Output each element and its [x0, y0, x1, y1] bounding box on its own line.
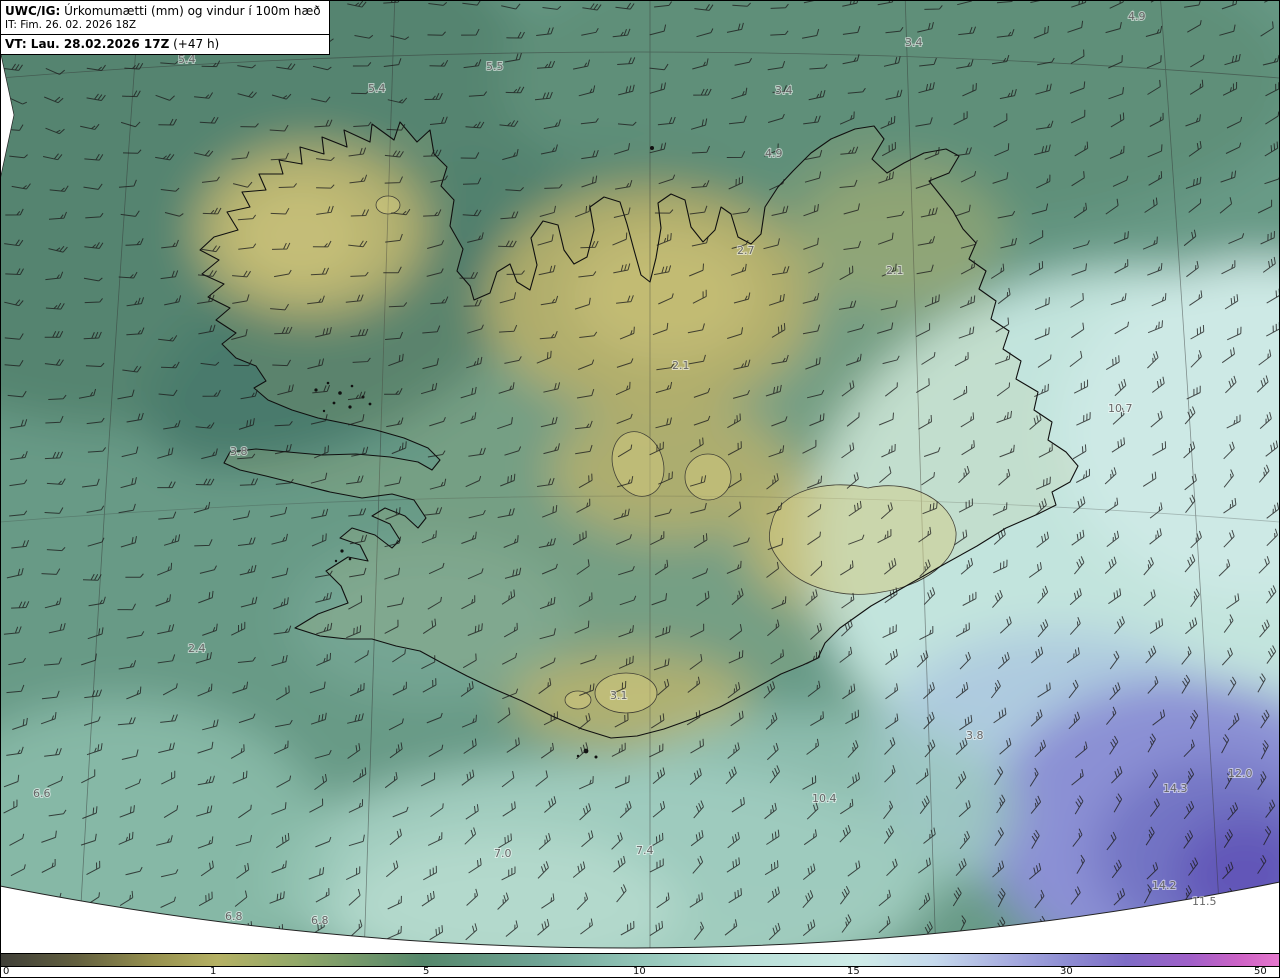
title-box: UWC/IG: Úrkomumætti (mm) og vindur í 100… — [0, 0, 330, 55]
colorbar-ticks: 0 1 5 10 15 30 50 — [0, 966, 1280, 978]
precip-value-label: 14.2 — [1152, 879, 1177, 892]
colorbar-tick-label: 10 — [633, 966, 646, 977]
colorbar: 0 1 5 10 15 30 50 — [0, 953, 1280, 978]
precip-value-label: 3.8 — [966, 729, 984, 742]
weather-map: 4.93.45.45.55.4 3.44.92.72.12.13.810.72.4… — [0, 0, 1280, 953]
model-label: UWC/IG: — [5, 4, 61, 18]
precip-value-label: 2.1 — [886, 264, 904, 277]
precip-value-label: 2.1 — [672, 359, 690, 372]
map-title: UWC/IG: Úrkomumætti (mm) og vindur í 100… — [1, 1, 329, 18]
init-time: IT: Fim. 26. 02. 2026 18Z — [5, 19, 137, 31]
precip-value-label: 6.8 — [311, 914, 329, 927]
valid-time: VT: Lau. 28.02.2026 17Z (+47 h) — [1, 34, 329, 54]
colorbar-tick-label: 5 — [423, 966, 430, 977]
precip-value-label: 2.7 — [737, 244, 755, 257]
colorbar-tick-label: 30 — [1060, 966, 1073, 977]
colorbar-tick-label: 0 — [3, 966, 10, 977]
precip-value-label: 3.4 — [905, 36, 923, 49]
precip-value-label: 10.4 — [812, 792, 837, 805]
precip-value-label: 2.4 — [188, 642, 206, 655]
map-title-text: Úrkomumætti (mm) og vindur í 100m hæð — [60, 4, 321, 18]
valid-time-offset: (+47 h) — [169, 37, 220, 51]
precip-value-label: 14.3 — [1163, 782, 1188, 795]
precip-value-label: 11.5 — [1192, 895, 1217, 908]
precip-value-label: 3.8 — [230, 445, 248, 458]
colorbar-tick-label: 50 — [1254, 966, 1267, 977]
colorbar-tick-label: 1 — [210, 966, 217, 977]
precip-value-label: 5.4 — [368, 82, 386, 95]
precip-value-label: 4.9 — [1128, 10, 1146, 23]
colorbar-gradient — [0, 953, 1280, 967]
precip-value-label: 3.1 — [610, 689, 628, 702]
precip-value-label: 4.9 — [765, 147, 783, 160]
valid-time-main: VT: Lau. 28.02.2026 17Z — [5, 37, 170, 51]
precip-value-label: 3.4 — [775, 84, 793, 97]
precip-value-label: 7.0 — [494, 847, 512, 860]
precip-value-label: 7.4 — [636, 844, 654, 857]
precip-value-label: 12.0 — [1228, 767, 1253, 780]
precip-value-label: 5.5 — [486, 60, 504, 73]
colorbar-tick-label: 15 — [847, 966, 860, 977]
precip-value-label: 6.8 — [225, 910, 243, 923]
precip-value-label: 10.7 — [1108, 402, 1133, 415]
precip-value-label: 6.6 — [33, 787, 51, 800]
